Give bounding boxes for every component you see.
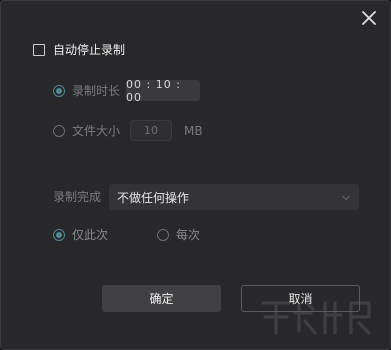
on-complete-label: 录制完成 — [53, 190, 102, 204]
freq-once-option[interactable]: 仅此次 — [53, 226, 108, 243]
auto-stop-label: 自动停止录制 — [53, 43, 126, 57]
filesize-unit: MB — [184, 123, 203, 138]
auto-stop-checkbox[interactable] — [33, 43, 45, 56]
chevron-down-icon — [341, 188, 351, 207]
duration-radio[interactable] — [53, 84, 65, 97]
filesize-label: 文件大小 — [72, 124, 121, 138]
ok-button[interactable]: 确定 — [102, 285, 221, 312]
freq-every-option[interactable]: 每次 — [157, 226, 200, 243]
filesize-radio[interactable] — [53, 124, 65, 137]
duration-option[interactable]: 录制时长 00 : 10 : 00 — [53, 78, 201, 104]
duration-label: 录制时长 — [72, 84, 121, 98]
on-complete-select[interactable]: 不做任何操作 — [109, 184, 359, 210]
freq-every-label: 每次 — [176, 228, 201, 242]
freq-once-label: 仅此次 — [72, 228, 109, 242]
freq-every-radio[interactable] — [157, 228, 169, 241]
filesize-input[interactable]: 10 — [130, 120, 173, 141]
duration-input[interactable]: 00 : 10 : 00 — [126, 78, 201, 104]
on-complete-row: 录制完成 — [53, 188, 101, 205]
freq-once-radio[interactable] — [53, 228, 65, 241]
close-icon[interactable] — [358, 7, 380, 29]
auto-stop-row[interactable]: 自动停止录制 — [33, 41, 125, 58]
auto-stop-dialog: 自动停止录制 录制时长 00 : 10 : 00 文件大小 10 MB 录制完成… — [0, 0, 391, 350]
watermark-logo — [255, 293, 375, 343]
on-complete-value: 不做任何操作 — [117, 190, 190, 205]
filesize-option[interactable]: 文件大小 10 MB — [53, 120, 203, 141]
